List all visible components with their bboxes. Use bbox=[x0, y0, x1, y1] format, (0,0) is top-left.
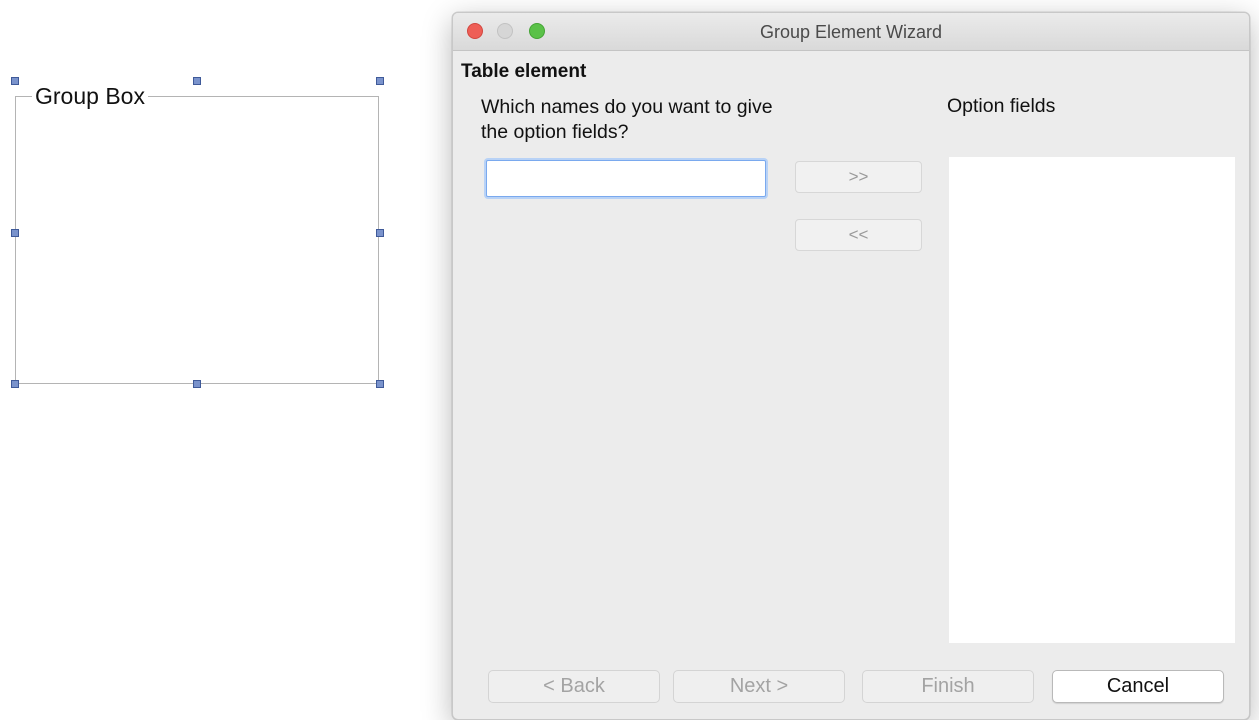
group-box-control[interactable]: Group Box bbox=[15, 82, 379, 384]
selection-handle-middle-left[interactable] bbox=[11, 229, 19, 237]
selection-handle-bottom-center[interactable] bbox=[193, 380, 201, 388]
selection-handle-middle-right[interactable] bbox=[376, 229, 384, 237]
selection-handle-bottom-left[interactable] bbox=[11, 380, 19, 388]
cancel-button[interactable]: Cancel bbox=[1052, 670, 1224, 703]
window-title: Group Element Wizard bbox=[759, 22, 943, 42]
selection-handle-top-left[interactable] bbox=[11, 77, 19, 85]
back-button[interactable]: < Back bbox=[488, 670, 660, 703]
selection-handle-top-center[interactable] bbox=[193, 77, 201, 85]
selection-handle-top-right[interactable] bbox=[376, 77, 384, 85]
remove-option-button[interactable]: << bbox=[795, 219, 922, 251]
section-title: Table element bbox=[461, 61, 587, 82]
next-button[interactable]: Next > bbox=[673, 670, 845, 703]
option-fields-label: Option fields bbox=[947, 95, 1056, 117]
option-fields-list[interactable] bbox=[949, 157, 1235, 643]
add-option-button[interactable]: >> bbox=[795, 161, 922, 193]
group-box-label: Group Box bbox=[32, 82, 148, 110]
group-element-wizard-dialog: Group Element Wizard Table element Which… bbox=[452, 12, 1250, 720]
finish-button[interactable]: Finish bbox=[862, 670, 1034, 703]
form-canvas: Group Box bbox=[0, 0, 420, 720]
option-names-question: Which names do you want to give the opti… bbox=[481, 96, 773, 143]
selection-handle-bottom-right[interactable] bbox=[376, 380, 384, 388]
title-bar[interactable]: Group Element Wizard bbox=[453, 13, 1249, 51]
option-name-input[interactable] bbox=[486, 160, 766, 197]
